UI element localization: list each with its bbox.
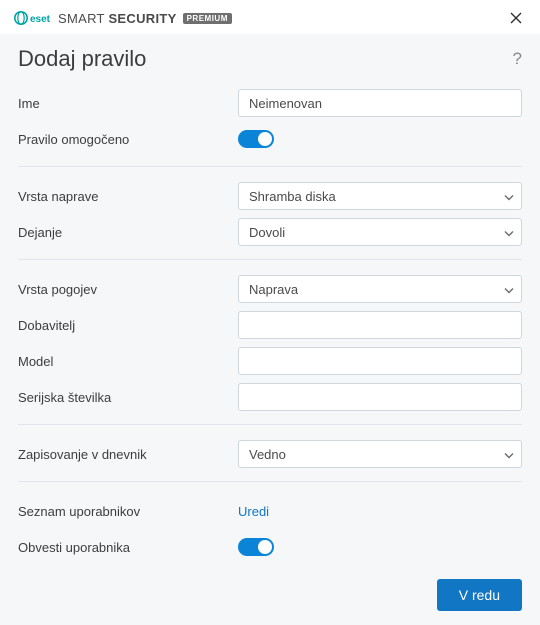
notify-toggle[interactable] — [238, 538, 274, 556]
vendor-input[interactable] — [238, 311, 522, 339]
logging-select[interactable]: Vedno — [238, 440, 522, 468]
brand-suffix: SECURITY — [108, 11, 176, 26]
footer: V redu — [437, 579, 522, 611]
row-logging: Zapisovanje v dnevnik Vedno — [18, 437, 522, 471]
divider — [18, 481, 522, 482]
brand: eset SMART SECURITY PREMIUM — [14, 11, 232, 26]
label-criteria-type: Vrsta pogojev — [18, 282, 238, 297]
row-name: Ime — [18, 86, 522, 120]
row-model: Model — [18, 344, 522, 378]
row-device-type: Vrsta naprave Shramba diska — [18, 179, 522, 213]
divider — [18, 424, 522, 425]
logging-value: Vedno — [249, 447, 286, 462]
label-name: Ime — [18, 96, 238, 111]
label-device-type: Vrsta naprave — [18, 189, 238, 204]
close-button[interactable] — [506, 8, 526, 28]
divider — [18, 166, 522, 167]
svg-text:eset: eset — [30, 14, 51, 25]
titlebar: eset SMART SECURITY PREMIUM — [0, 0, 540, 34]
device-type-select[interactable]: Shramba diska — [238, 182, 522, 210]
criteria-type-select[interactable]: Naprava — [238, 275, 522, 303]
name-input[interactable] — [238, 89, 522, 117]
edit-user-list-link[interactable]: Uredi — [238, 504, 269, 519]
row-user-list: Seznam uporabnikov Uredi — [18, 494, 522, 528]
row-notify: Obvesti uporabnika — [18, 530, 522, 564]
enabled-toggle[interactable] — [238, 130, 274, 148]
label-logging: Zapisovanje v dnevnik — [18, 447, 238, 462]
criteria-type-value: Naprava — [249, 282, 298, 297]
eset-logo-icon: eset — [14, 11, 52, 25]
label-notify: Obvesti uporabnika — [18, 540, 238, 555]
page-title: Dodaj pravilo — [18, 46, 146, 72]
label-action: Dejanje — [18, 225, 238, 240]
row-enabled: Pravilo omogočeno — [18, 122, 522, 156]
row-serial: Serijska številka — [18, 380, 522, 414]
row-vendor: Dobavitelj — [18, 308, 522, 342]
ok-button[interactable]: V redu — [437, 579, 522, 611]
row-criteria-type: Vrsta pogojev Naprava — [18, 272, 522, 306]
row-action: Dejanje Dovoli — [18, 215, 522, 249]
label-serial: Serijska številka — [18, 390, 238, 405]
close-icon — [510, 12, 522, 24]
divider — [18, 259, 522, 260]
premium-badge: PREMIUM — [183, 13, 232, 24]
brand-prefix: SMART — [58, 11, 105, 26]
brand-text: SMART SECURITY — [58, 11, 177, 26]
device-type-value: Shramba diska — [249, 189, 336, 204]
label-model: Model — [18, 354, 238, 369]
label-user-list: Seznam uporabnikov — [18, 504, 238, 519]
label-vendor: Dobavitelj — [18, 318, 238, 333]
label-enabled: Pravilo omogočeno — [18, 132, 238, 147]
header: Dodaj pravilo ? — [0, 34, 540, 86]
help-icon: ? — [513, 49, 522, 68]
model-input[interactable] — [238, 347, 522, 375]
serial-input[interactable] — [238, 383, 522, 411]
action-value: Dovoli — [249, 225, 285, 240]
content: Ime Pravilo omogočeno Vrsta naprave Shra… — [0, 86, 540, 564]
action-select[interactable]: Dovoli — [238, 218, 522, 246]
help-button[interactable]: ? — [513, 49, 522, 69]
